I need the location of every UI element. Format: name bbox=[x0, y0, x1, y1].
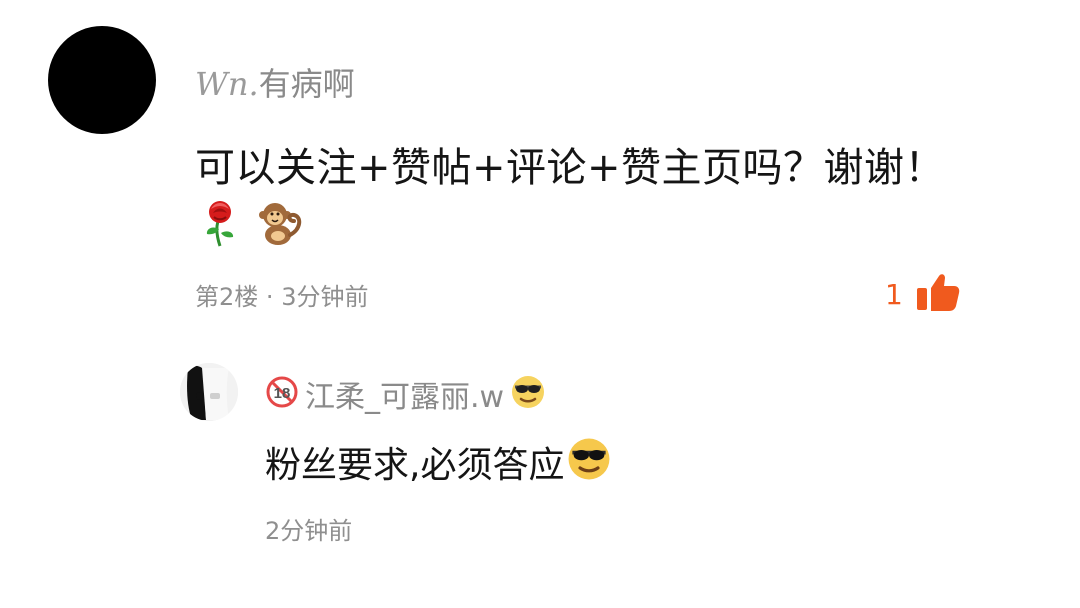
monkey-emoji bbox=[258, 197, 306, 263]
comment-author-name[interactable]: Wn.有病啊 bbox=[195, 64, 355, 104]
18-badge-icon: 18 bbox=[265, 375, 299, 420]
comment-author-name-suffix: 有病啊 bbox=[258, 65, 355, 103]
comment-author-name-script: Wn. bbox=[195, 65, 259, 103]
svg-text:18: 18 bbox=[274, 385, 291, 402]
comment-author-avatar[interactable] bbox=[48, 26, 156, 134]
comment-floor: 第2楼 bbox=[195, 283, 259, 311]
comment-text: 可以关注+赞帖+评论+赞主页吗？谢谢！ bbox=[195, 145, 946, 191]
reply-time: 2分钟前 bbox=[265, 517, 353, 545]
comment-time: 3分钟前 bbox=[281, 283, 369, 311]
like-button[interactable]: 1 bbox=[885, 270, 961, 318]
reply-text: 粉丝要求,必须答应 bbox=[265, 445, 565, 486]
reply-author-avatar[interactable] bbox=[180, 363, 238, 421]
comment-body: 可以关注+赞帖+评论+赞主页吗？谢谢！ bbox=[195, 140, 985, 263]
reply-author-name-text: 江柔_可露丽.w bbox=[305, 379, 505, 415]
comment-meta-separator: · bbox=[265, 283, 274, 311]
sunglasses-emoji bbox=[566, 436, 612, 496]
like-count: 1 bbox=[885, 277, 903, 311]
sunglasses-emoji bbox=[510, 374, 546, 421]
rose-emoji bbox=[199, 199, 241, 263]
comment-meta: 第2楼 · 3分钟前 bbox=[195, 280, 368, 314]
reply-body: 粉丝要求,必须答应 bbox=[265, 436, 612, 496]
reply-author-name[interactable]: 18 江柔_可露丽.w bbox=[265, 374, 546, 421]
thumbs-up-icon[interactable] bbox=[913, 268, 961, 320]
